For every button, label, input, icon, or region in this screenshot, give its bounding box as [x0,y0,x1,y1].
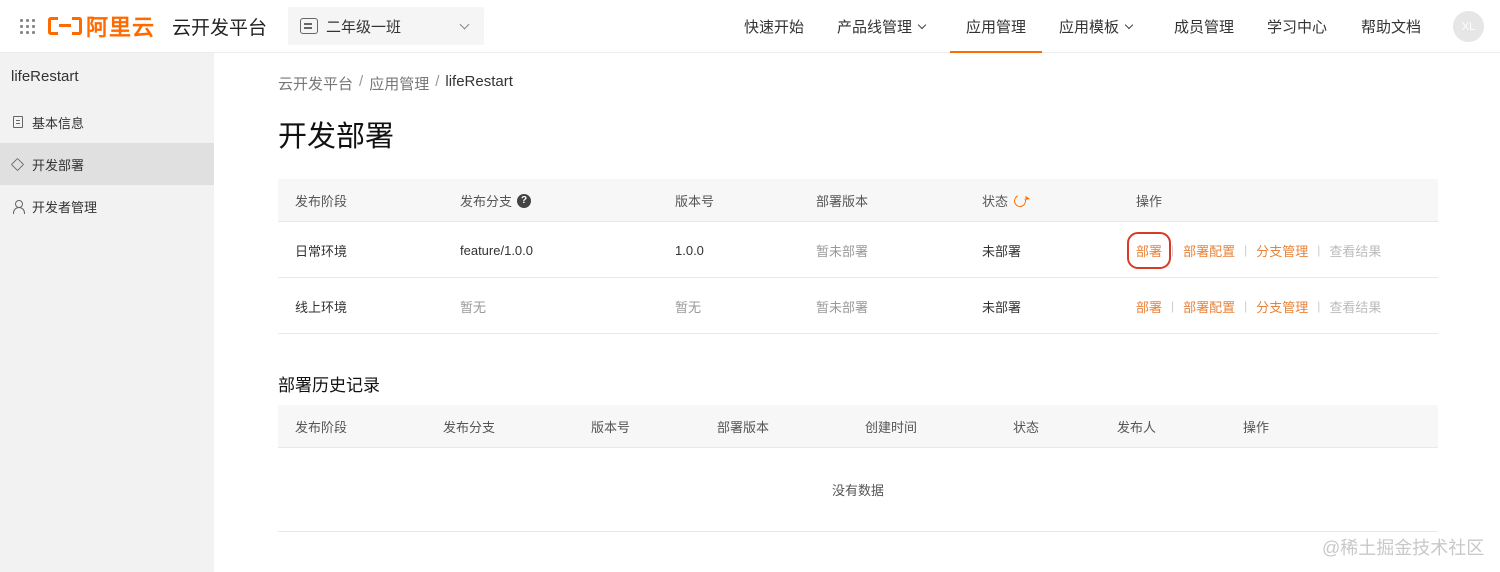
column-header: 发布分支 [443,420,496,435]
version-cell: 1.0.0 [675,242,704,258]
actions-cell: 部署 | 部署配置 | 分支管理 | 查看结果 [1136,278,1381,334]
deploy-table: 发布阶段 发布分支 ? 版本号 部署版本 状态 操作 日常环境 feature/… [278,179,1438,334]
table-row: 日常环境 feature/1.0.0 1.0.0 暂未部署 未部署 部署 | 部… [278,222,1438,278]
chevron-down-icon [1124,20,1134,29]
status-cell: 未部署 [982,299,1022,315]
branch-manage-link[interactable]: 分支管理 [1256,297,1308,316]
deploy-button[interactable]: 部署 [1126,231,1172,269]
stage-cell: 日常环境 [295,243,348,259]
stage-cell: 线上环境 [295,299,348,315]
aliyun-logo-icon [48,15,82,37]
deploy-config-link[interactable]: 部署配置 [1183,297,1235,316]
sidebar-item-label: 开发部署 [32,157,85,173]
watermark: @稀土掘金技术社区 [1322,538,1485,558]
column-header: 操作 [1243,420,1270,435]
view-result-link: 查看结果 [1329,243,1382,259]
nav-members[interactable]: 成员管理 [1174,0,1234,53]
history-table: 发布阶段 发布分支 版本号 部署版本 创建时间 状态 发布人 操作 没有数据 [278,405,1438,532]
column-header: 创建时间 [865,420,918,435]
help-icon[interactable]: ? [517,193,532,208]
table-row: 线上环境 暂无 暂无 暂未部署 未部署 部署 | 部署配置 | 分支管理 | 查… [278,278,1438,334]
column-header: 状态 [982,179,1028,222]
document-icon [12,116,23,128]
nav-app-management[interactable]: 应用管理 [949,0,1043,53]
sidebar: lifeRestart 基本信息 开发部署 开发者管理 [0,53,214,572]
deploy-config-link[interactable]: 部署配置 [1183,241,1235,260]
breadcrumb-item[interactable]: 云开发平台 [278,73,353,94]
column-header: 发布人 [1117,420,1157,435]
avatar[interactable]: XL [1453,11,1484,42]
nav-quick-start[interactable]: 快速开始 [744,0,804,53]
history-section-title: 部署历史记录 [278,376,380,395]
nav-learning-center[interactable]: 学习中心 [1267,0,1327,53]
chevron-down-icon [459,19,470,30]
project-icon [300,18,318,34]
column-header: 状态 [1013,420,1040,435]
project-select-value: 二年级一班 [326,18,402,36]
deploy-table-header: 发布阶段 发布分支 ? 版本号 部署版本 状态 操作 [278,179,1438,222]
sidebar-item-label: 基本信息 [32,115,85,131]
deploy-version-cell: 暂未部署 [816,243,869,259]
column-header: 部署版本 [816,194,869,209]
project-select[interactable]: 二年级一班 [288,7,484,45]
nav-product-line[interactable]: 产品线管理 [837,0,927,53]
cube-icon [10,157,25,171]
actions-cell: 部署 | 部署配置 | 分支管理 | 查看结果 [1126,222,1382,278]
sidebar-app-name: lifeRestart [11,68,79,85]
branch-cell: 暂无 [460,299,487,315]
deploy-version-cell: 暂未部署 [816,299,869,315]
column-header: 部署版本 [717,420,770,435]
logo-text: 阿里云 [86,15,156,40]
column-header: 版本号 [675,194,715,209]
nav-help-docs[interactable]: 帮助文档 [1361,0,1421,53]
breadcrumb-item[interactable]: 应用管理 [369,73,429,94]
top-header: 阿里云 云开发平台 二年级一班 快速开始 产品线管理 应用管理 应用模板 成员管… [0,0,1500,53]
branch-cell: feature/1.0.0 [460,242,533,258]
column-header: 操作 [1136,194,1163,209]
view-result-link: 查看结果 [1329,299,1382,315]
nav-app-templates[interactable]: 应用模板 [1059,0,1134,53]
aliyun-logo[interactable]: 阿里云 [48,13,156,40]
version-cell: 暂无 [675,299,702,315]
sidebar-item-basic-info[interactable]: 基本信息 [0,101,214,143]
status-cell: 未部署 [982,243,1022,259]
empty-text: 没有数据 [831,483,884,498]
platform-title[interactable]: 云开发平台 [172,13,267,40]
app-grid-icon[interactable] [20,19,35,34]
breadcrumb-current: lifeRestart [445,73,513,90]
empty-state: 没有数据 [278,448,1438,532]
column-header: 版本号 [591,420,631,435]
sidebar-item-label: 开发者管理 [32,199,98,215]
breadcrumb: 云开发平台 / 应用管理 / lifeRestart [278,73,513,94]
page-title: 开发部署 [278,121,395,153]
column-header: 发布阶段 [295,420,348,435]
column-header: 发布分支 ? [460,179,532,222]
column-header: 发布阶段 [295,194,348,209]
sidebar-item-developers[interactable]: 开发者管理 [0,185,214,227]
history-table-header: 发布阶段 发布分支 版本号 部署版本 创建时间 状态 发布人 操作 [278,405,1438,448]
chevron-down-icon [917,20,927,29]
branch-manage-link[interactable]: 分支管理 [1256,241,1308,260]
refresh-icon[interactable] [1012,192,1028,209]
user-icon [12,200,25,214]
deploy-button[interactable]: 部署 [1136,297,1162,316]
sidebar-item-dev-deploy[interactable]: 开发部署 [0,143,214,185]
